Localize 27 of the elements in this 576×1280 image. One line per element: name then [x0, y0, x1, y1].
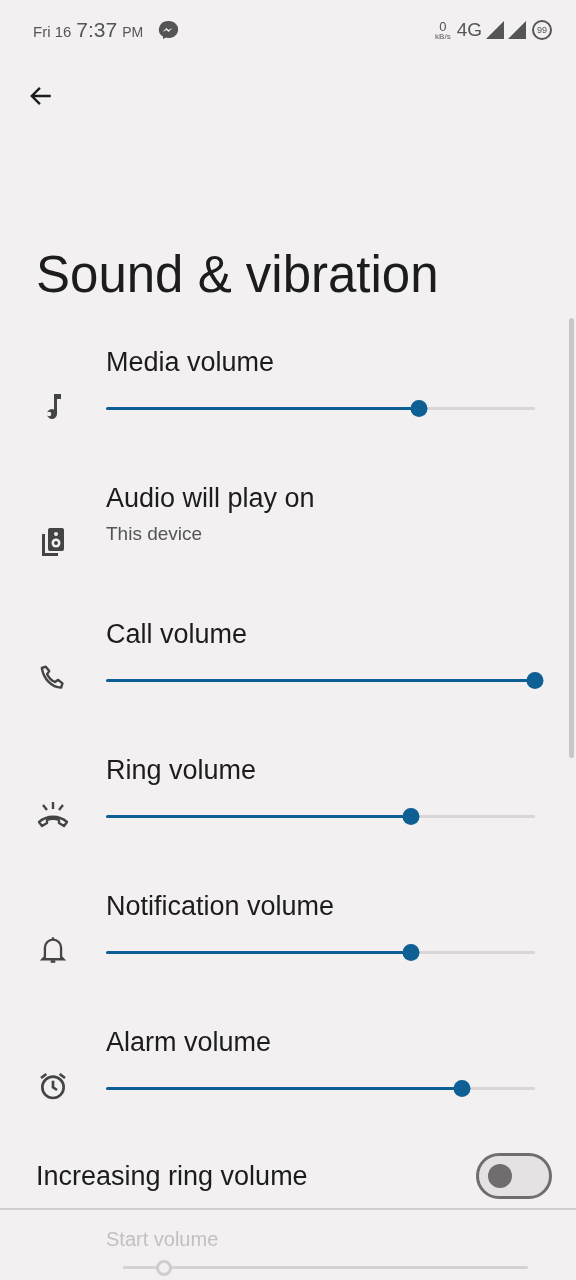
slider-label: Media volume — [106, 346, 276, 379]
data-speed-value: 0 — [439, 19, 447, 33]
data-speed-unit: kB/s — [435, 32, 451, 41]
slider-thumb[interactable] — [402, 944, 420, 961]
signal-icon — [486, 21, 504, 39]
speaker-icon — [40, 525, 66, 558]
slider-label: Call volume — [106, 618, 249, 651]
network-type: 4G — [456, 19, 482, 41]
slider-label: Alarm volume — [106, 1026, 273, 1059]
slider-thumb[interactable] — [410, 400, 428, 417]
signal-icon — [508, 21, 526, 39]
status-time: 7:37 — [76, 18, 118, 42]
status-date: Fri 16 — [33, 23, 72, 40]
slider-thumb[interactable] — [526, 672, 544, 689]
setting-summary: This device — [106, 522, 204, 546]
messenger-icon — [158, 20, 179, 40]
slider-thumb[interactable] — [453, 1080, 471, 1097]
setting-title: Increasing ring volume — [36, 1159, 308, 1193]
toggle-switch[interactable] — [476, 1152, 552, 1199]
battery-icon: 99 — [532, 20, 552, 40]
bell-icon — [39, 934, 67, 965]
slider-thumb[interactable] — [402, 808, 420, 825]
slider-label: Notification volume — [106, 890, 336, 923]
setting-title[interactable]: Audio will play on — [106, 481, 576, 515]
page-title: Sound & vibration — [35, 245, 440, 305]
status-ampm: PM — [122, 24, 144, 40]
slider-label: Ring volume — [106, 754, 258, 787]
